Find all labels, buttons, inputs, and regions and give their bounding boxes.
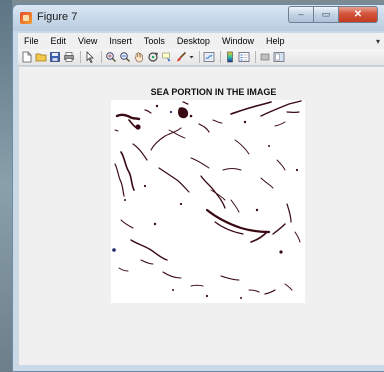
minimize-button[interactable]: – [288,6,313,23]
menu-view[interactable]: View [72,36,103,46]
menu-bar: File Edit View Insert Tools Desktop Wind… [18,33,384,49]
legend-icon[interactable] [238,51,250,63]
menu-edit[interactable]: Edit [45,36,73,46]
pan-icon[interactable] [133,51,145,63]
colorbar-icon[interactable] [224,51,236,63]
close-button[interactable]: ✕ [338,6,378,23]
data-cursor-icon[interactable] [161,51,173,63]
link-plot-icon[interactable] [203,51,215,63]
image-axes[interactable] [111,100,305,303]
figure-toolbar [18,49,384,66]
zoom-out-icon[interactable] [119,51,131,63]
brush-icon[interactable] [175,51,187,63]
menu-file[interactable]: File [18,36,45,46]
title-bar[interactable]: Figure 7 – ▭ ✕ [13,5,384,31]
caption-buttons: – ▭ ✕ [288,6,378,24]
menu-insert[interactable]: Insert [103,36,138,46]
toolbar-separator [220,51,221,63]
toolbar-separator [80,51,81,63]
window-title: Figure 7 [37,11,78,23]
menu-desktop[interactable]: Desktop [171,36,216,46]
toolbar-separator [199,51,200,63]
save-icon[interactable] [49,51,61,63]
toolbar-separator [255,51,256,63]
menu-tools[interactable]: Tools [138,36,171,46]
figure-canvas: SEA PORTION IN THE IMAGE [18,67,384,365]
menu-help[interactable]: Help [260,36,291,46]
toolbar-separator [101,51,102,63]
new-figure-icon[interactable] [21,51,33,63]
maximize-button[interactable]: ▭ [313,6,338,23]
desktop-background [0,0,12,372]
menu-overflow-icon[interactable]: ▾ [376,37,380,46]
blue-pixel-mark [112,248,116,252]
figure-window: Figure 7 – ▭ ✕ File Edit View Insert Too… [12,4,384,372]
open-file-icon[interactable] [35,51,47,63]
edit-pointer-icon[interactable] [84,51,96,63]
print-icon[interactable] [63,51,75,63]
rotate-3d-icon[interactable] [147,51,159,63]
zoom-in-icon[interactable] [105,51,117,63]
show-plot-tools-icon[interactable] [273,51,285,63]
menu-window[interactable]: Window [216,36,260,46]
matlab-app-icon[interactable] [20,12,32,24]
segmented-sea-image [112,100,302,299]
plot-title: SEA PORTION IN THE IMAGE [150,87,277,97]
brush-dropdown-icon[interactable] [189,51,194,63]
hide-plot-tools-icon[interactable] [259,51,271,63]
